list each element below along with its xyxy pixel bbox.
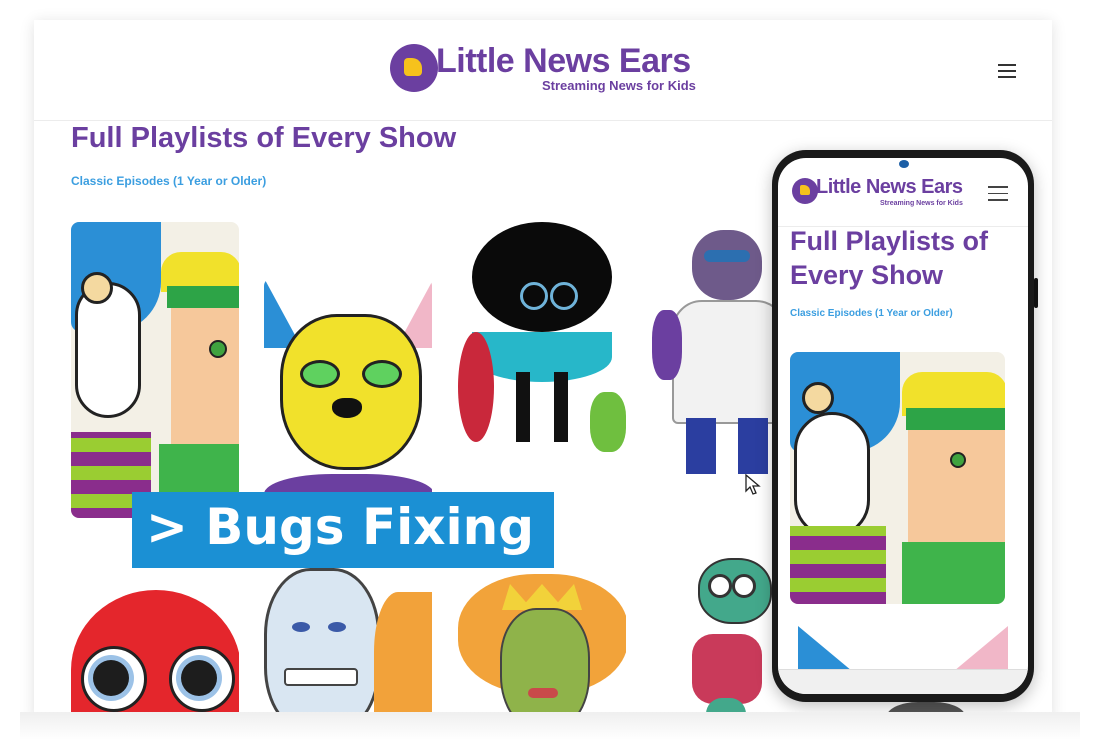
mobile-hamburger-menu-icon[interactable] [988, 186, 1008, 202]
bugs-fixing-banner: > Bugs Fixing [132, 492, 554, 568]
banner-text: > Bugs Fixing [146, 498, 535, 556]
phone-side-button [1034, 278, 1038, 308]
episode-card-green-queen[interactable] [458, 568, 626, 720]
page-title: Full Playlists of Every Show [71, 122, 457, 154]
site-logo[interactable]: Little News Ears Streaming News for Kids [390, 42, 700, 94]
floor-shadow [20, 712, 1080, 740]
logo-tagline: Streaming News for Kids [542, 78, 696, 93]
mouse-cursor-icon [745, 474, 761, 495]
mobile-logo-title[interactable]: Little News Ears [816, 176, 963, 199]
hamburger-menu-icon[interactable] [998, 64, 1016, 78]
mobile-phone-mockup: Little News Ears Streaming News for Kids… [772, 150, 1038, 702]
episode-card-dog-boy[interactable] [71, 222, 239, 518]
mobile-page-title: Full Playlists of Every Show [790, 226, 989, 290]
mobile-episode-card-dog-boy[interactable] [790, 352, 1005, 604]
episode-card-afro-character[interactable] [458, 222, 626, 462]
logo-ear-icon [390, 44, 438, 92]
mobile-classic-episodes-link[interactable]: Classic Episodes (1 Year or Older) [790, 308, 953, 319]
mobile-bottom-bar [778, 669, 1028, 694]
site-header: Little News Ears Streaming News for Kids [34, 20, 1052, 121]
mobile-screen: Little News Ears Streaming News for Kids… [778, 158, 1028, 694]
mobile-logo-tagline: Streaming News for Kids [880, 200, 963, 207]
episode-card-yellow-cat[interactable] [264, 278, 432, 518]
logo-title: Little News Ears [436, 42, 691, 80]
mobile-logo-ear-icon [792, 178, 818, 204]
mobile-header: Little News Ears Streaming News for Kids [778, 158, 1028, 227]
classic-episodes-link[interactable]: Classic Episodes (1 Year or Older) [71, 174, 266, 188]
episode-card-rhino-tiger[interactable] [264, 568, 432, 720]
episode-card-red-fox[interactable] [71, 568, 239, 720]
